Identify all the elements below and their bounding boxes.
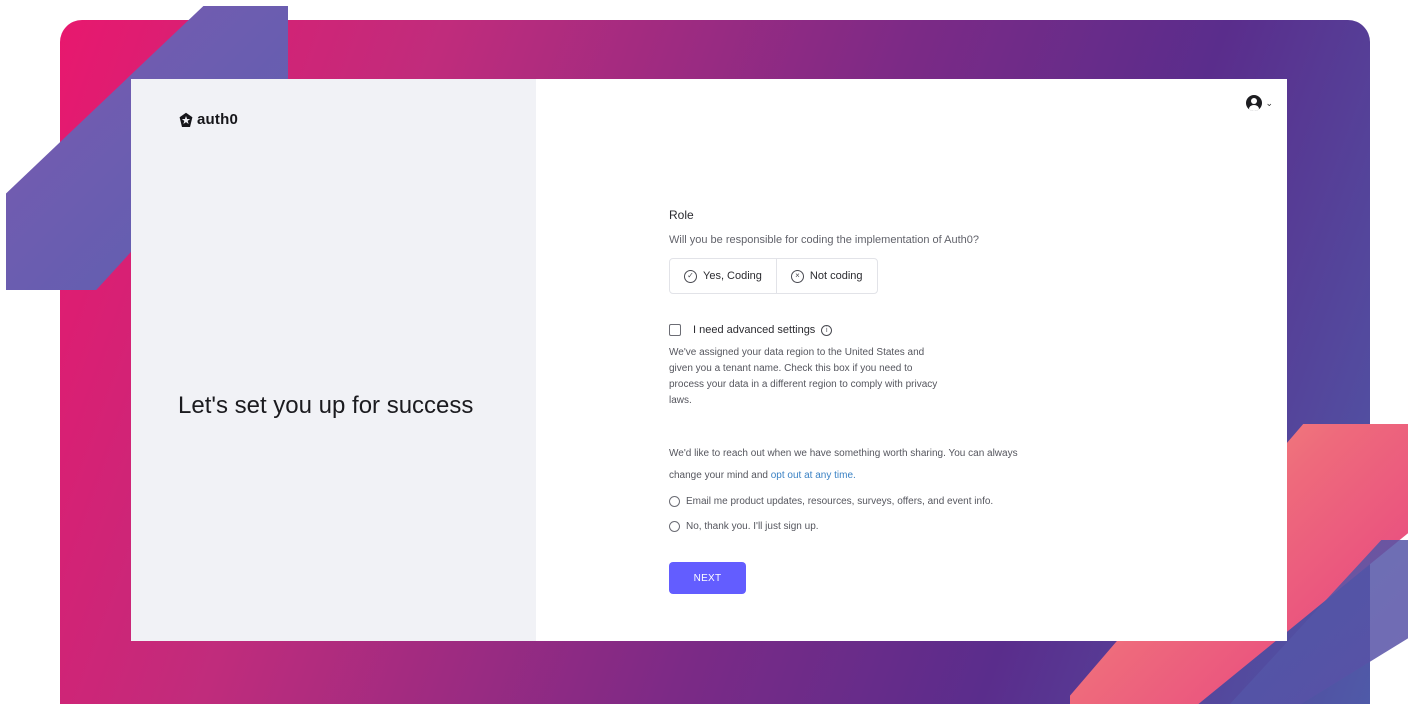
user-avatar-icon[interactable] (1246, 95, 1263, 111)
role-segmented-control: ✓ Yes, Coding × Not coding (669, 258, 878, 294)
role-option-yes-label: Yes, Coding (703, 270, 762, 282)
opt-out-link[interactable]: opt out at any time. (771, 470, 856, 481)
user-menu[interactable]: ⌄ (1246, 95, 1273, 111)
auth0-shield-icon (179, 112, 193, 127)
auth0-logo: auth0 (178, 111, 238, 128)
chevron-down-icon[interactable]: ⌄ (1265, 98, 1273, 109)
role-option-yes-coding[interactable]: ✓ Yes, Coding (670, 259, 776, 293)
role-option-not-label: Not coding (809, 270, 863, 282)
right-panel: ⌄ Role Will you be responsible for codin… (536, 79, 1287, 641)
page-tagline: Let's set you up for success (178, 392, 474, 419)
marketing-option-no-label: No, thank you. I'll just sign up. (686, 521, 819, 532)
role-option-not-coding[interactable]: × Not coding (775, 259, 877, 293)
radio-no-thanks[interactable] (669, 521, 680, 532)
role-question: Will you be responsible for coding the i… (669, 234, 980, 246)
role-label: Role (669, 208, 694, 222)
setup-form: Role Will you be responsible for coding … (669, 208, 1069, 594)
advanced-settings-description: We've assigned your data region to the U… (669, 347, 938, 406)
marketing-option-email[interactable]: Email me product updates, resources, sur… (669, 496, 1069, 507)
advanced-settings-checkbox[interactable] (669, 324, 681, 336)
info-icon[interactable]: i (821, 324, 833, 336)
advanced-settings-label[interactable]: I need advanced settings (693, 324, 815, 336)
radio-email[interactable] (669, 496, 680, 507)
brand-name: auth0 (197, 111, 239, 128)
advanced-settings-row: I need advanced settings i (669, 324, 1069, 336)
x-circle-icon: × (790, 269, 804, 283)
marketing-option-no-thanks[interactable]: No, thank you. I'll just sign up. (669, 521, 1069, 532)
check-circle-icon: ✓ (684, 269, 697, 283)
marketing-option-email-label: Email me product updates, resources, sur… (686, 496, 994, 507)
signup-card: auth0 Let's set you up for success ⌄ Rol… (131, 79, 1287, 641)
next-button[interactable]: NEXT (669, 562, 746, 594)
marketing-consent-text: We'd like to reach out when we have some… (669, 443, 1029, 487)
left-panel: auth0 Let's set you up for success (131, 79, 536, 641)
